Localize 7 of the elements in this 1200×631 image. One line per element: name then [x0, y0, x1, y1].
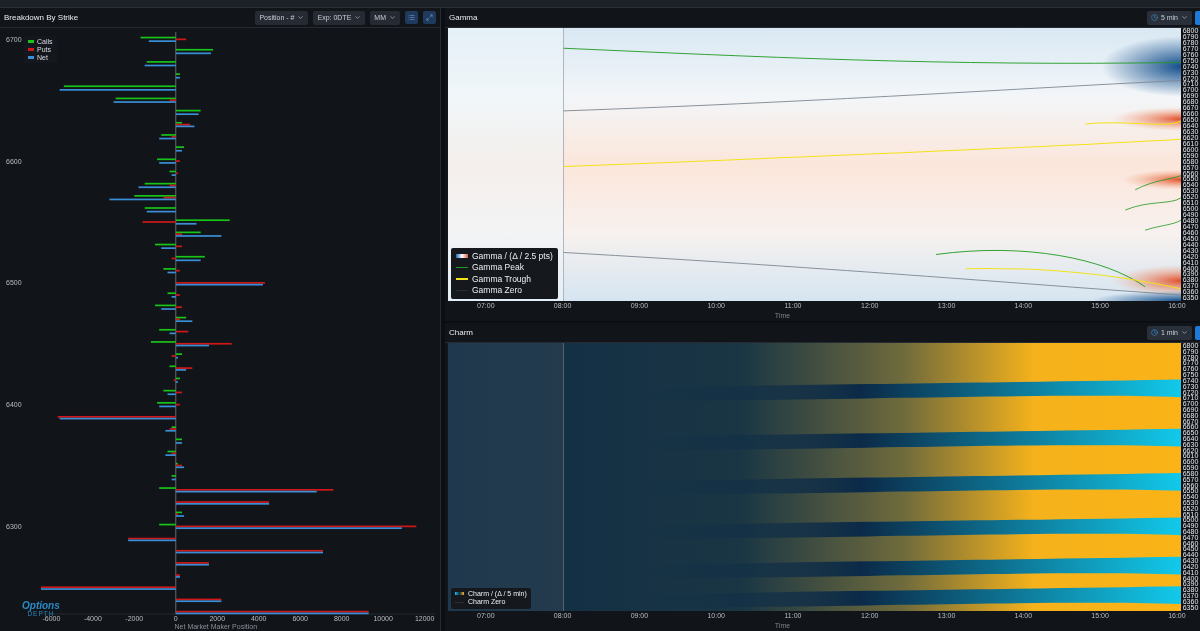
legend-item: Gamma Zero [456, 285, 553, 296]
panel-title: Charm [449, 328, 473, 337]
legend-item: Gamma Peak [456, 262, 553, 273]
panel-title: Gamma [449, 13, 478, 22]
legend-item: Gamma Trough [456, 273, 553, 285]
panel-title: Breakdown By Strike [4, 13, 79, 22]
legend-item: Gamma / (Δ / 2.5 pts) [456, 250, 553, 262]
